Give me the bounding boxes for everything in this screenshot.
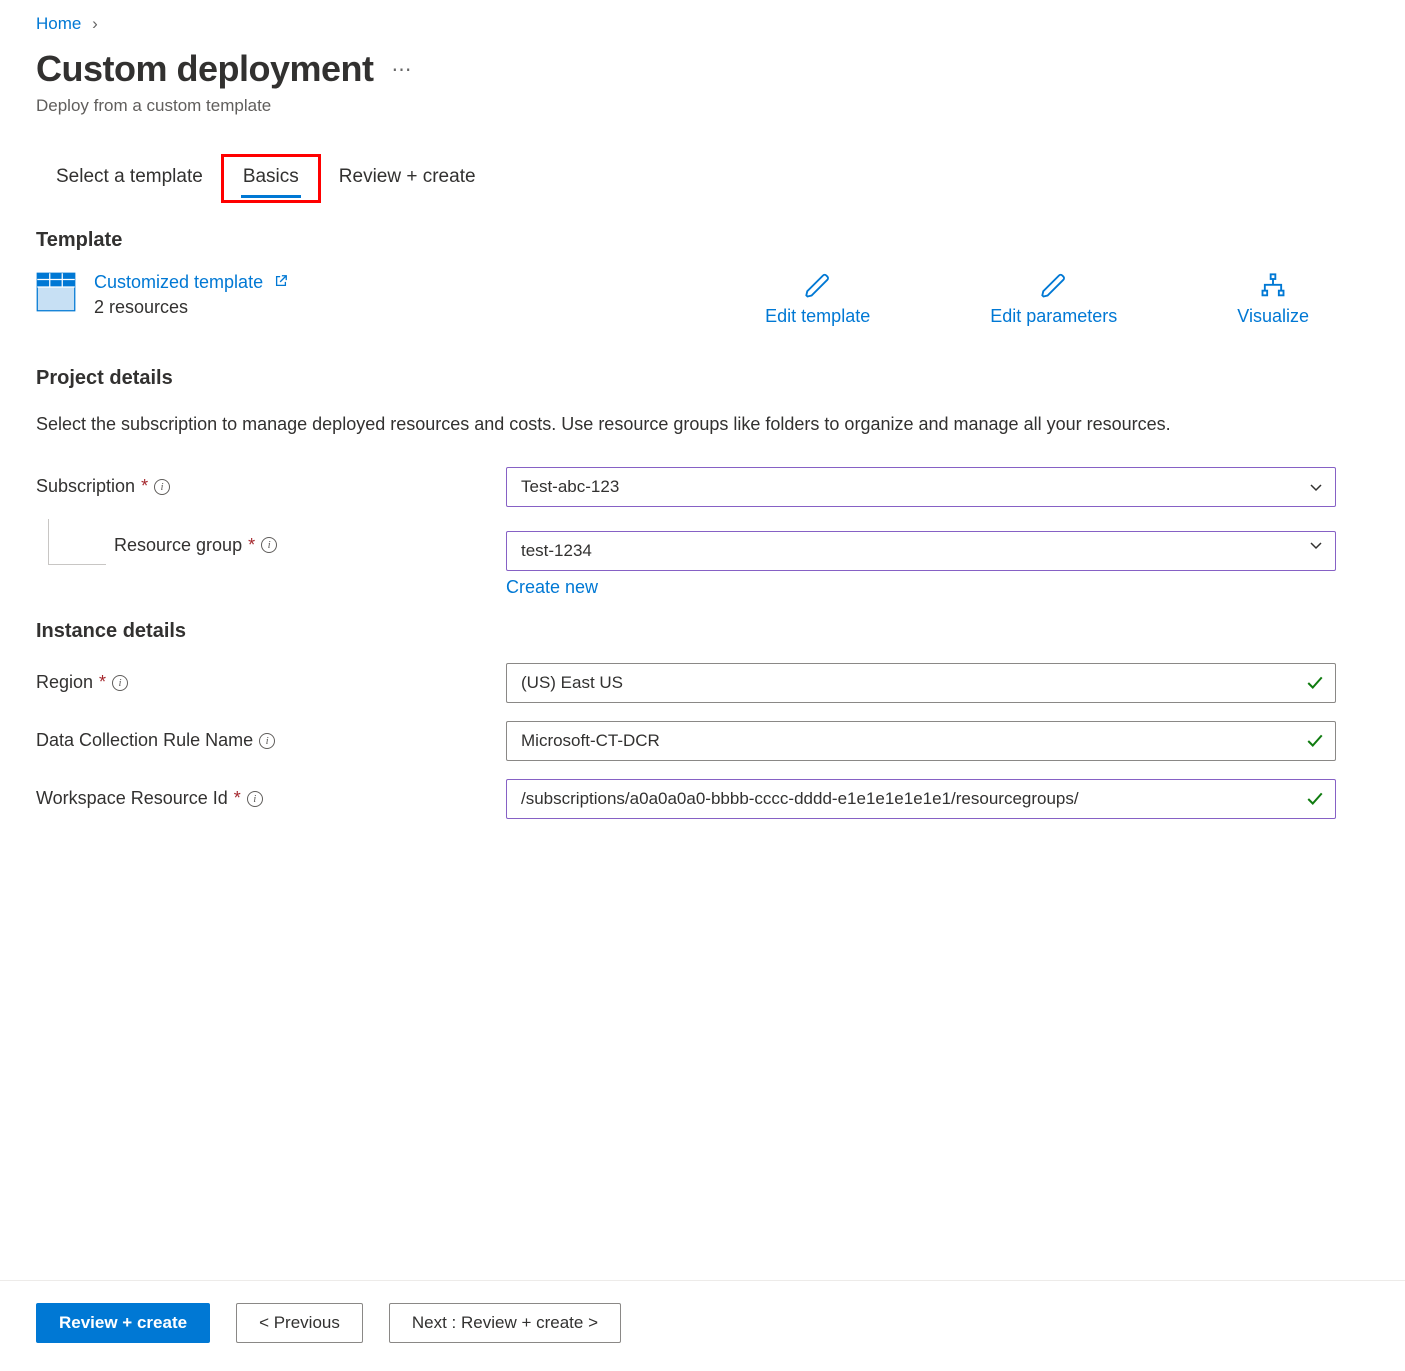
breadcrumb-home[interactable]: Home	[36, 14, 81, 33]
visualize-button[interactable]: Visualize	[1237, 272, 1309, 327]
tab-review-create[interactable]: Review + create	[319, 156, 496, 201]
tabs: Select a template Basics Review + create	[36, 156, 1369, 201]
info-icon[interactable]: i	[154, 479, 170, 495]
dcr-input[interactable]	[506, 721, 1336, 761]
resource-group-label: Resource group * i	[114, 519, 506, 556]
template-section-title: Template	[36, 229, 1369, 252]
region-select[interactable]	[506, 663, 1336, 703]
required-indicator: *	[234, 788, 241, 809]
info-icon[interactable]: i	[112, 675, 128, 691]
edit-parameters-button[interactable]: Edit parameters	[990, 272, 1117, 327]
project-details-help: Select the subscription to manage deploy…	[36, 410, 1236, 439]
pencil-icon	[804, 272, 832, 300]
more-icon[interactable]: ⋯	[392, 57, 414, 82]
pencil-icon	[1040, 272, 1068, 300]
create-new-link[interactable]: Create new	[506, 577, 598, 597]
template-icon	[36, 272, 76, 312]
required-indicator: *	[248, 535, 255, 556]
instance-details-title: Instance details	[36, 620, 1369, 643]
info-icon[interactable]: i	[259, 733, 275, 749]
info-icon[interactable]: i	[261, 537, 277, 553]
breadcrumb: Home ›	[36, 14, 1369, 34]
resource-count: 2 resources	[94, 297, 514, 318]
customized-template-link[interactable]: Customized template	[94, 272, 288, 292]
next-button[interactable]: Next : Review + create >	[389, 1303, 621, 1343]
workspace-input[interactable]	[506, 779, 1336, 819]
chevron-right-icon: ›	[92, 14, 98, 33]
page-subtitle: Deploy from a custom template	[36, 96, 1369, 116]
page-title: Custom deployment	[36, 48, 374, 90]
required-indicator: *	[99, 672, 106, 693]
footer: Review + create < Previous Next : Review…	[0, 1280, 1405, 1365]
dcr-label: Data Collection Rule Name i	[36, 730, 506, 751]
open-external-icon	[269, 272, 288, 292]
hierarchy-icon	[1259, 272, 1287, 300]
tab-basics[interactable]: Basics	[223, 156, 319, 201]
tab-select-template[interactable]: Select a template	[36, 156, 223, 201]
edit-template-button[interactable]: Edit template	[765, 272, 870, 327]
project-details-title: Project details	[36, 367, 1369, 390]
region-label: Region * i	[36, 672, 506, 693]
info-icon[interactable]: i	[247, 791, 263, 807]
workspace-label: Workspace Resource Id * i	[36, 788, 506, 809]
tree-connector	[48, 519, 106, 565]
subscription-select[interactable]	[506, 467, 1336, 507]
previous-button[interactable]: < Previous	[236, 1303, 363, 1343]
required-indicator: *	[141, 476, 148, 497]
subscription-label: Subscription * i	[36, 476, 506, 497]
review-create-button[interactable]: Review + create	[36, 1303, 210, 1343]
resource-group-select[interactable]	[506, 531, 1336, 571]
